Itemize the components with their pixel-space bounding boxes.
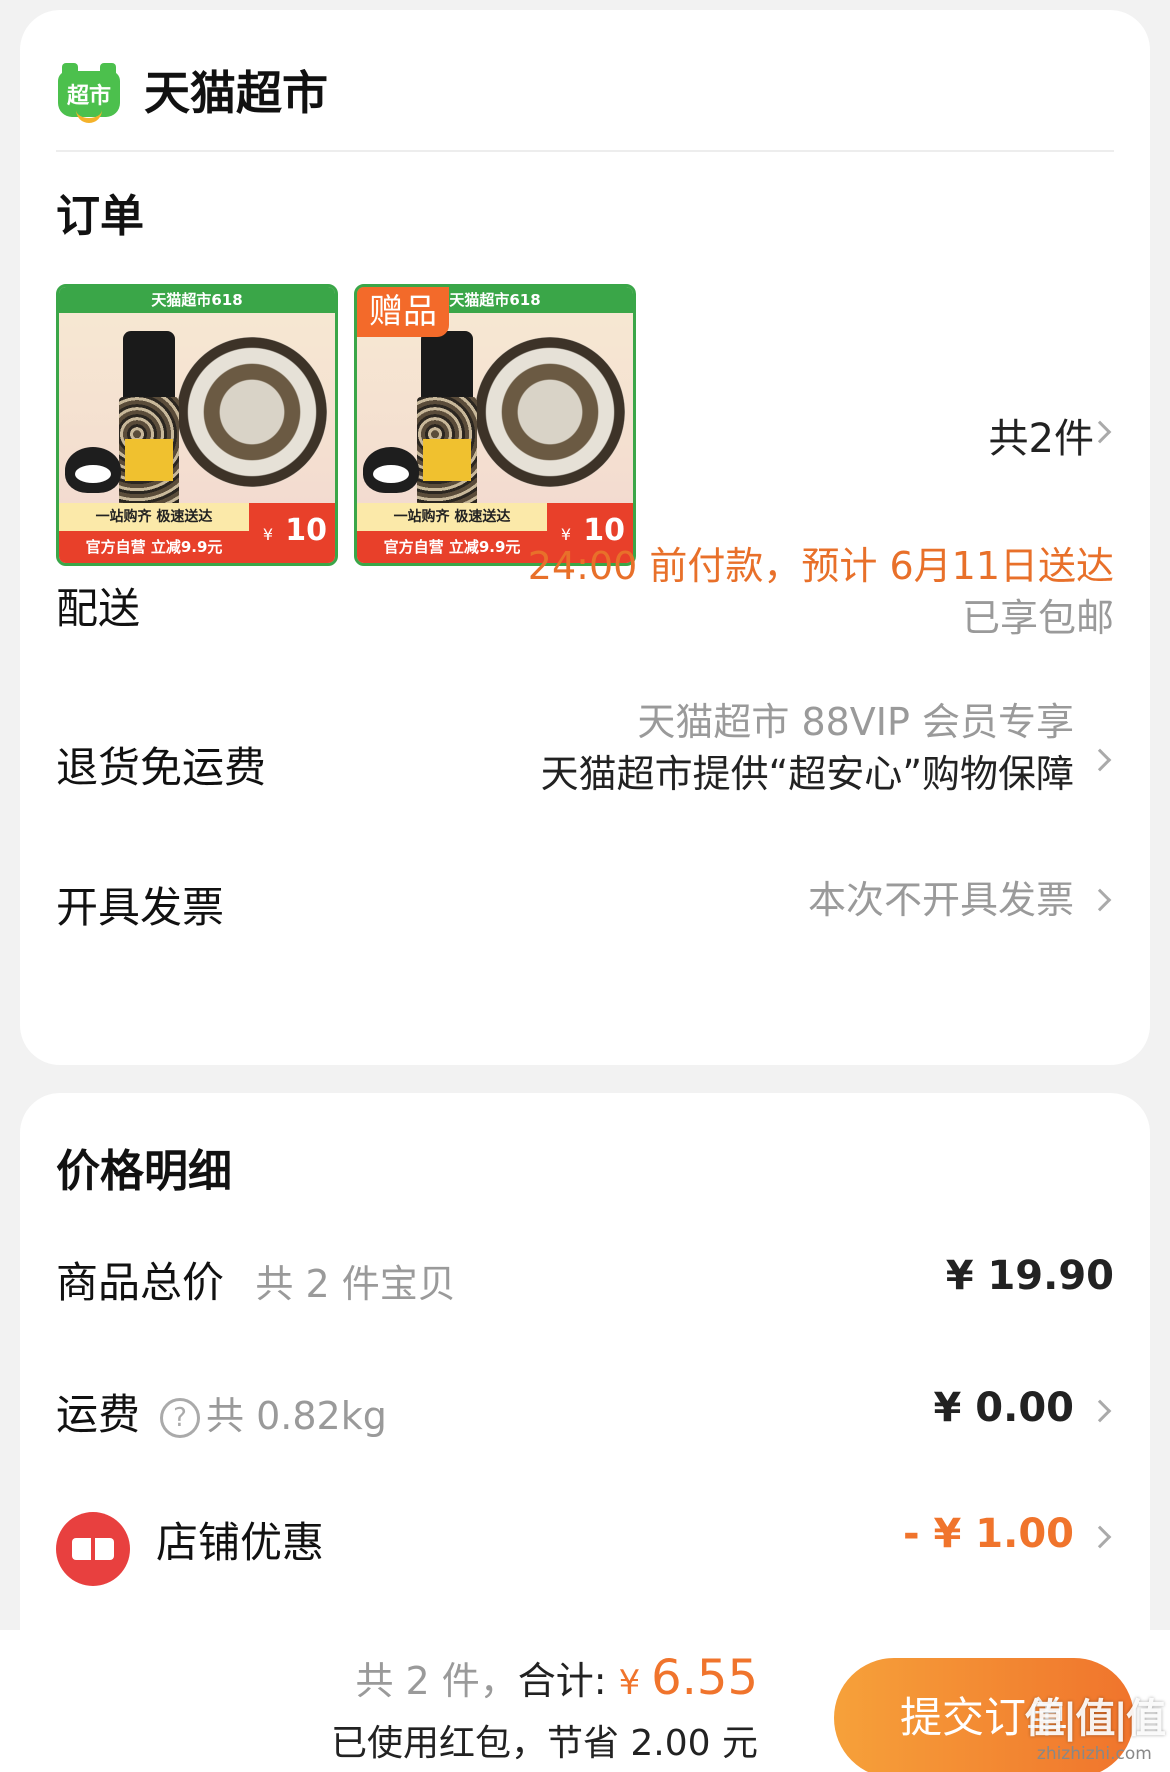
promo-strip: 一站购齐 极速送达 官方自营 立减9.9元 ¥ 10 (59, 503, 335, 563)
shipping-free-text: 已享包邮 (961, 596, 1114, 640)
chevron-right-icon (1088, 1399, 1112, 1423)
freight-label: 运费 (56, 1390, 141, 1439)
watermark-url: zhizhizhi.com (1036, 1744, 1152, 1764)
promo-price: 10 (285, 513, 327, 548)
delivery-info: 24:00 前付款，预计 6月11日送达 已享包邮 (528, 540, 1114, 644)
goods-total-sub: 共 2 件宝贝 (255, 1262, 456, 1306)
store-discount-value: - ¥ 1.00 (903, 1511, 1074, 1557)
pepper-grinder-image (417, 331, 477, 521)
tmall-supermarket-logo-icon: 超市 (58, 63, 120, 123)
checkout-bar: 共 2 件，合计: ¥ 6.55 已使用红包，节省 2.00 元 提交订单 值|… (0, 1630, 1170, 1772)
return-shipping-label: 退货免运费 (56, 743, 267, 792)
vip-exclusive-text: 天猫超市 88VIP 会员专享 (637, 700, 1074, 744)
total-label: 合计: (517, 1659, 619, 1703)
freight-value: ¥ 0.00 (933, 1385, 1074, 1431)
tmall-cat-icon (363, 447, 419, 493)
question-mark-icon[interactable]: ? (160, 1397, 201, 1438)
order-title: 订单 (56, 191, 144, 242)
freight-weight: 共 0.82kg (206, 1394, 387, 1438)
store-discount-label: 店铺优惠 (156, 1518, 325, 1567)
invoice-label: 开具发票 (56, 883, 225, 932)
return-shipping-info: 天猫超市 88VIP 会员专享 天猫超市提供“超安心”购物保障 (541, 696, 1074, 800)
price-detail-title: 价格明细 (56, 1146, 232, 1197)
store-name: 天猫超市 (144, 66, 328, 120)
freight-row-content: 运费? 共 0.82kg (56, 1381, 387, 1442)
goods-total-row: 商品总价 共 2 件宝贝 (56, 1249, 456, 1310)
chevron-right-icon (1088, 888, 1112, 912)
pepper-bowl-image (177, 337, 327, 487)
product-thumbnail[interactable]: 天猫超市618 赠品 一站购齐 极速送达 官方自营 立减9.9元 ¥ 10 (354, 284, 636, 566)
promo-bottom-text: 官方自营 立减9.9元 (383, 538, 521, 556)
coupon-icon (56, 1512, 130, 1586)
goods-total-label: 商品总价 (56, 1258, 225, 1307)
promo-bottom-text: 官方自营 立减9.9元 (85, 538, 223, 556)
watermark: 值|值|值 zhizhizhi.com (1024, 1686, 1166, 1764)
chevron-right-icon (1088, 748, 1112, 772)
item-count: 共 2 件， (355, 1659, 518, 1703)
goods-total-value: ¥ 19.90 (945, 1253, 1114, 1299)
pepper-bowl-image (475, 337, 625, 487)
promo-top-text: 一站购齐 极速送达 (59, 503, 249, 531)
order-summary: 共 2 件，合计: ¥ 6.55 (355, 1650, 758, 1706)
gift-badge: 赠品 (357, 287, 449, 337)
invoice-value: 本次不开具发票 (807, 878, 1074, 922)
divider (56, 150, 1114, 152)
tmall-cat-icon (65, 447, 121, 493)
savings-text: 已使用红包，节省 2.00 元 (330, 1723, 758, 1764)
pepper-grinder-image (119, 331, 179, 521)
item-count-label: 共2件 (988, 416, 1094, 462)
order-card: 超市 天猫超市 订单 天猫超市618 一站购齐 极速送达 官方自营 立减9.9元… (20, 10, 1150, 1065)
guarantee-text: 天猫超市提供“超安心”购物保障 (540, 752, 1074, 796)
thumbnail-banner: 天猫超市618 (59, 287, 335, 313)
watermark-logo: 值|值|值 (1024, 1696, 1166, 1742)
promo-top-text: 一站购齐 极速送达 (357, 503, 547, 531)
delivery-label: 配送 (56, 584, 141, 633)
delivery-eta: 24:00 前付款，预计 6月11日送达 (527, 544, 1114, 588)
total-amount: 6.55 (651, 1650, 758, 1706)
product-thumbnail[interactable]: 天猫超市618 一站购齐 极速送达 官方自营 立减9.9元 ¥ 10 (56, 284, 338, 566)
store-header[interactable]: 超市 天猫超市 (58, 50, 328, 130)
chevron-right-icon (1088, 1525, 1112, 1549)
currency-symbol: ¥ (618, 1663, 652, 1703)
